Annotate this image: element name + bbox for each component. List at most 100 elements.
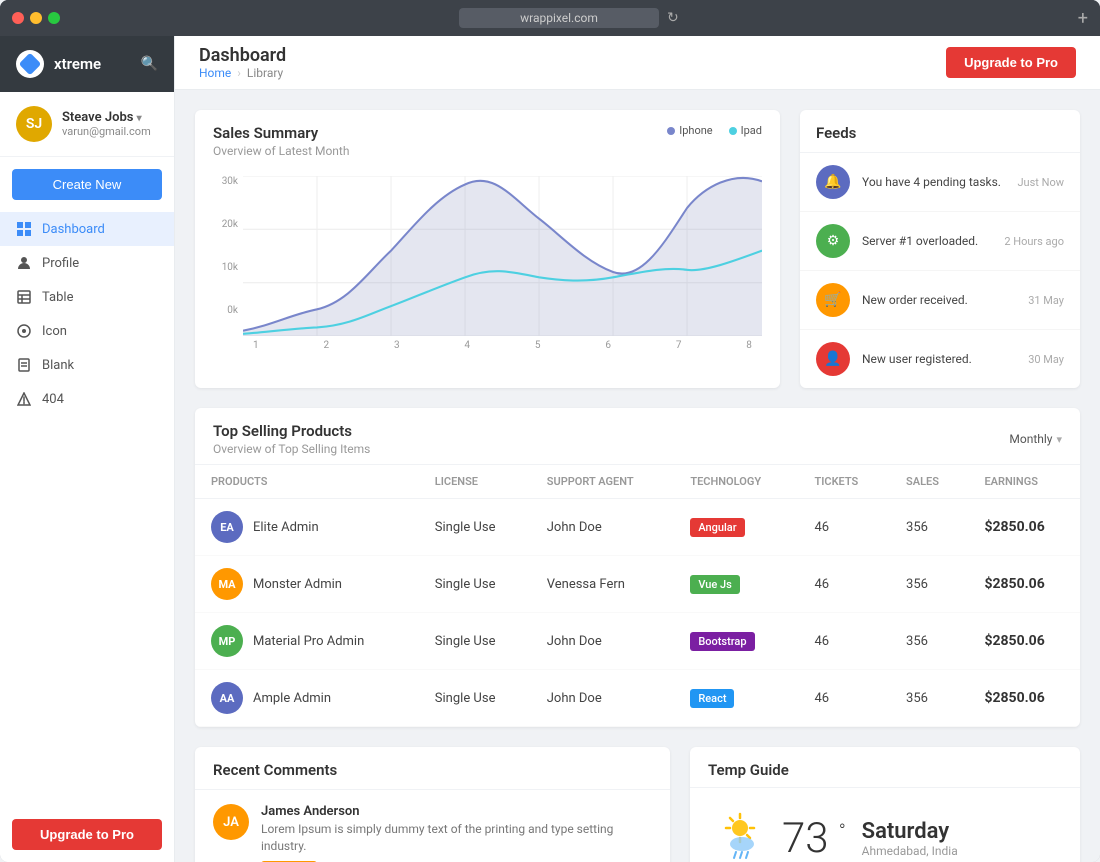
feed-time-3: 30 May	[1028, 353, 1064, 366]
col-earnings: Earnings	[968, 465, 1080, 499]
degree-unit: °	[839, 821, 846, 842]
feed-message: New order received.	[862, 293, 1016, 307]
product-name-cell: EA Elite Admin	[195, 499, 419, 556]
col-sales: Sales	[890, 465, 968, 499]
sidebar: xtreme 🔍 SJ Steave Jobs ▾ varun@gmail.co…	[0, 36, 175, 862]
product-earnings: $2850.06	[968, 613, 1080, 670]
logo-shape	[19, 53, 42, 76]
comment-item-0: JA James Anderson Lorem Ipsum is simply …	[195, 790, 670, 862]
period-label: Monthly	[1009, 432, 1052, 446]
sales-summary-card: Sales Summary Overview of Latest Month I…	[195, 110, 780, 388]
feed-cart-icon: 🛒	[816, 283, 850, 317]
create-new-button[interactable]: Create New	[12, 169, 162, 200]
sidebar-item-profile[interactable]: Profile	[0, 246, 174, 280]
feed-item-2: 🛒 New order received. 31 May	[800, 271, 1080, 330]
product-license: Single Use	[419, 670, 531, 727]
brand-name: xtreme	[54, 55, 101, 73]
product-earnings: $2850.06	[968, 499, 1080, 556]
feed-text-3: New user registered.	[862, 352, 1016, 366]
weather-main: 73 ° Saturday Ahmedabad, India	[690, 788, 1080, 862]
products-title: Top Selling Products	[213, 422, 370, 440]
breadcrumb: Home › Library	[199, 66, 286, 80]
comment-body-0: James Anderson Lorem Ipsum is simply dum…	[261, 804, 652, 862]
feed-server-icon: ⚙	[816, 224, 850, 258]
table-row: MP Material Pro Admin Single Use John Do…	[195, 613, 1080, 670]
feeds-list: 🔔 You have 4 pending tasks. Just Now ⚙ S…	[800, 153, 1080, 388]
search-icon[interactable]: 🔍	[141, 56, 158, 72]
sidebar-item-icon[interactable]: Icon	[0, 314, 174, 348]
product-tickets: 46	[798, 613, 890, 670]
product-license: Single Use	[419, 613, 531, 670]
feed-bell-icon: 🔔	[816, 165, 850, 199]
x-axis-labels: 1 2 3 4 5 6 7 8	[243, 340, 762, 351]
feed-user-icon: 👤	[816, 342, 850, 376]
minimize-dot[interactable]	[30, 12, 42, 24]
weather-header: Temp Guide	[690, 747, 1080, 788]
products-body: EA Elite Admin Single Use John Doe Angul…	[195, 499, 1080, 727]
product-license: Single Use	[419, 499, 531, 556]
comment-name-0: James Anderson	[261, 804, 652, 819]
product-license: Single Use	[419, 556, 531, 613]
feeds-card: Feeds 🔔 You have 4 pending tasks. Just N…	[800, 110, 1080, 388]
product-sales: 356	[890, 499, 968, 556]
comments-header: Recent Comments	[195, 747, 670, 790]
temp-guide-card: Temp Guide	[690, 747, 1080, 862]
user-profile[interactable]: SJ Steave Jobs ▾ varun@gmail.com	[0, 92, 174, 157]
product-earnings: $2850.06	[968, 556, 1080, 613]
row-3: Recent Comments JA James Anderson Lorem …	[195, 747, 1080, 862]
weather-icon	[714, 808, 766, 862]
row-1: Sales Summary Overview of Latest Month I…	[195, 110, 1080, 388]
page-title: Dashboard	[199, 45, 286, 66]
comments-list: JA James Anderson Lorem Ipsum is simply …	[195, 790, 670, 862]
table-icon	[16, 289, 32, 305]
product-tickets: 46	[798, 670, 890, 727]
avatar: SJ	[16, 106, 52, 142]
feed-text-2: New order received.	[862, 293, 1016, 307]
col-tickets: Tickets	[798, 465, 890, 499]
url-display[interactable]: wrappixel.com	[459, 8, 659, 28]
user-name: Steave Jobs ▾	[62, 110, 158, 125]
sidebar-item-dashboard[interactable]: Dashboard	[0, 212, 174, 246]
period-chevron: ▾	[1056, 433, 1062, 446]
feeds-header: Feeds	[800, 110, 1080, 153]
legend-iphone: Iphone	[667, 124, 712, 137]
topbar-left: Dashboard Home › Library	[199, 45, 286, 80]
sidebar-item-table[interactable]: Table	[0, 280, 174, 314]
upgrade-pro-sidebar-button[interactable]: Upgrade to Pro	[12, 819, 162, 850]
dashboard-icon	[16, 221, 32, 237]
sidebar-item-404[interactable]: 404	[0, 382, 174, 416]
comment-avatar-0: JA	[213, 804, 249, 840]
weather-day-info: Saturday Ahmedabad, India	[862, 819, 958, 858]
new-tab-button[interactable]: +	[1078, 8, 1088, 29]
product-sales: 356	[890, 556, 968, 613]
sidebar-item-label: Table	[42, 290, 73, 305]
product-agent: John Doe	[531, 670, 675, 727]
chart-legend: Iphone Ipad	[667, 124, 762, 137]
logo-icon	[16, 50, 44, 78]
close-dot[interactable]	[12, 12, 24, 24]
weather-title: Temp Guide	[708, 761, 1062, 779]
sidebar-item-label: Blank	[42, 358, 74, 373]
main-content: Dashboard Home › Library Upgrade to Pro	[175, 36, 1100, 862]
feed-text-1: Server #1 overloaded.	[862, 234, 992, 248]
y-axis-labels: 30k 20k 10k 0k	[213, 176, 238, 316]
sidebar-item-label: Dashboard	[42, 222, 105, 237]
sidebar-item-blank[interactable]: Blank	[0, 348, 174, 382]
feed-item-3: 👤 New user registered. 30 May	[800, 330, 1080, 388]
feed-time-1: 2 Hours ago	[1004, 235, 1064, 248]
refresh-icon[interactable]: ↻	[667, 10, 679, 26]
sidebar-nav: Create New Dashboard Profile	[0, 157, 174, 807]
chart-svg-area	[243, 176, 762, 336]
upgrade-pro-top-button[interactable]: Upgrade to Pro	[946, 47, 1076, 78]
table-row: MA Monster Admin Single Use Venessa Fern…	[195, 556, 1080, 613]
weather-day: Saturday	[862, 819, 958, 844]
top-selling-card: Top Selling Products Overview of Top Sel…	[195, 408, 1080, 727]
maximize-dot[interactable]	[48, 12, 60, 24]
period-selector[interactable]: Monthly ▾	[1009, 432, 1062, 446]
product-tech: Bootstrap	[674, 613, 798, 670]
iphone-dot	[667, 127, 675, 135]
feed-time-0: Just Now	[1017, 176, 1064, 189]
col-license: License	[419, 465, 531, 499]
chart-area: 30k 20k 10k 0k	[195, 166, 780, 365]
breadcrumb-home[interactable]: Home	[199, 66, 231, 80]
